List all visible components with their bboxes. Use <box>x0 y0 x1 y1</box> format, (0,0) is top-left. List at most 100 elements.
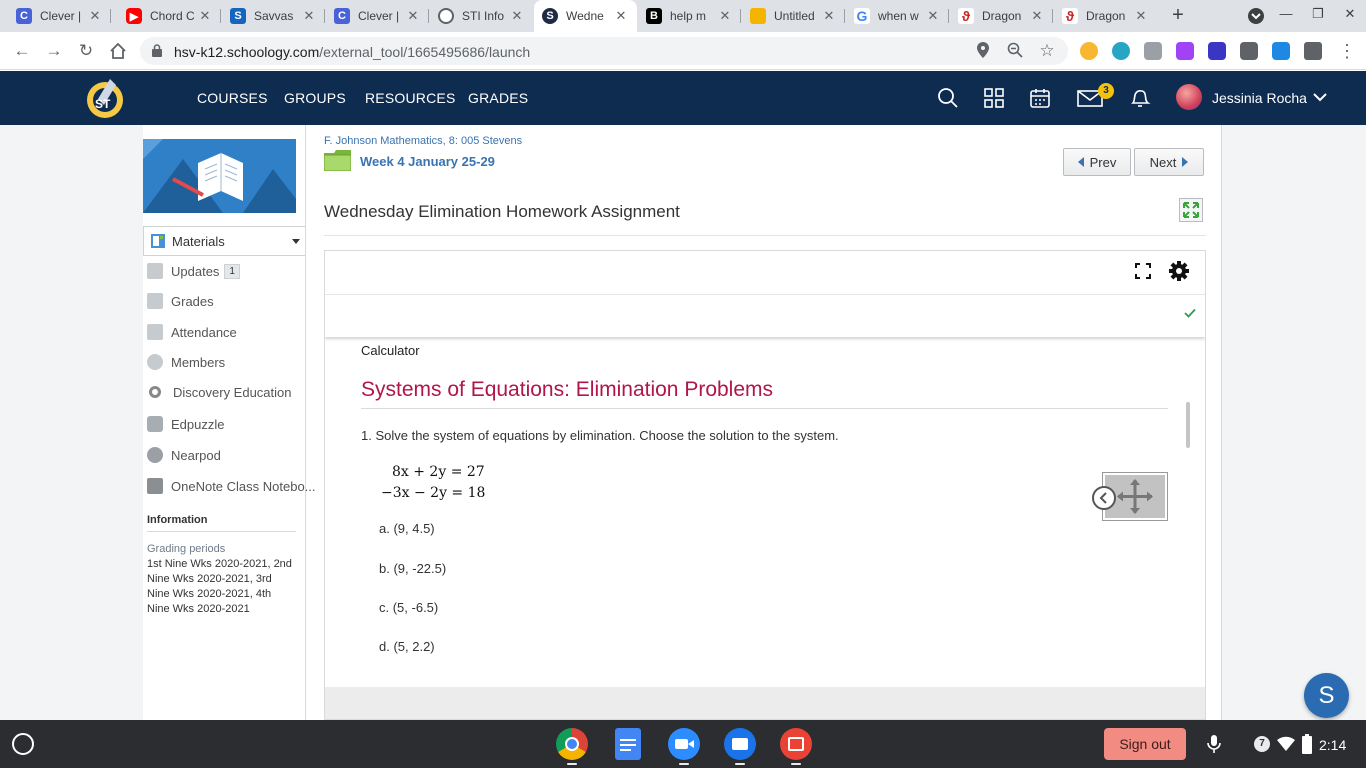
breadcrumb[interactable]: F. Johnson Mathematics, 8: 005 Stevens <box>324 135 522 147</box>
sidebar-item-onenote[interactable]: OneNote Class Notebo... <box>147 476 316 496</box>
extensions-puzzle-icon[interactable] <box>1304 42 1322 60</box>
sidebar-item-edpuzzle[interactable]: Edpuzzle <box>147 414 224 434</box>
sidebar-item-grades[interactable]: Grades <box>147 291 214 311</box>
chrome-icon[interactable] <box>556 728 588 760</box>
tab-wednesday-active[interactable]: S Wedne ✕ <box>534 0 637 32</box>
folder-title[interactable]: Week 4 January 25-29 <box>360 154 495 169</box>
caret-down-icon[interactable] <box>292 239 300 244</box>
sidebar-item-nearpod[interactable]: Nearpod <box>147 445 221 465</box>
tab-clever-1[interactable]: C Clever | ✕ <box>8 0 111 32</box>
fullscreen-button[interactable] <box>1179 198 1203 222</box>
close-tab-icon[interactable]: ✕ <box>613 8 629 24</box>
extension-person-icon[interactable] <box>1272 42 1290 60</box>
notification-count[interactable]: 7 <box>1254 736 1270 752</box>
calculator-label[interactable]: Calculator <box>361 343 420 358</box>
close-tab-icon[interactable]: ✕ <box>197 8 213 24</box>
tab-dragon-2[interactable]: ϑ Dragon ✕ <box>1054 0 1157 32</box>
close-tab-icon[interactable]: ✕ <box>1029 8 1045 24</box>
nav-courses[interactable]: COURSES <box>197 90 268 106</box>
nav-grades[interactable]: GRADES <box>468 90 528 106</box>
user-name[interactable]: Jessinia Rocha <box>1212 90 1307 106</box>
answer-choice-a[interactable]: a. (9, 4.5) <box>379 521 435 536</box>
extension-puzzle-gray-icon[interactable] <box>1144 42 1162 60</box>
search-icon[interactable] <box>937 87 959 109</box>
address-bar[interactable]: hsv-k12.schoology.com/external_tool/1665… <box>140 37 1068 65</box>
tab-sti-info[interactable]: STI Info ✕ <box>430 0 533 32</box>
tab-search-icon[interactable] <box>1246 7 1266 28</box>
back-icon[interactable]: ← <box>10 39 34 63</box>
tab-clever-2[interactable]: C Clever | ✕ <box>326 0 429 32</box>
sign-out-button[interactable]: Sign out <box>1104 728 1186 760</box>
close-tab-icon[interactable]: ✕ <box>925 8 941 24</box>
sidebar-item-attendance[interactable]: Attendance <box>147 322 237 342</box>
answer-choice-c[interactable]: c. (5, -6.5) <box>379 600 438 615</box>
avatar[interactable] <box>1176 84 1202 110</box>
close-window-icon[interactable]: ✕ <box>1340 6 1360 22</box>
bookmark-star-icon[interactable]: ☆ <box>1038 42 1056 60</box>
information-heading: Information <box>147 514 208 526</box>
zoom-icon[interactable] <box>668 728 700 760</box>
new-tab-button[interactable]: + <box>1166 4 1190 28</box>
close-tab-icon[interactable]: ✕ <box>1133 8 1149 24</box>
microphone-icon[interactable] <box>1206 734 1222 754</box>
url-text: hsv-k12.schoology.com/external_tool/1665… <box>174 44 531 60</box>
nav-groups[interactable]: GROUPS <box>284 90 346 106</box>
tab-untitled[interactable]: Untitled ✕ <box>742 0 845 32</box>
materials-menu[interactable]: Materials <box>143 226 305 256</box>
location-icon[interactable] <box>974 42 992 60</box>
browser-menu-icon[interactable]: ⋮ <box>1335 39 1359 63</box>
fullscreen-icon[interactable] <box>1135 263 1151 279</box>
sidebar-item-updates[interactable]: Updates 1 <box>147 261 240 281</box>
divider <box>147 531 296 532</box>
slides-icon <box>750 8 766 24</box>
answer-choice-d[interactable]: d. (5, 2.2) <box>379 639 435 654</box>
scrollbar[interactable] <box>1186 402 1190 448</box>
extension-c-icon[interactable] <box>1208 42 1226 60</box>
close-tab-icon[interactable]: ✕ <box>87 8 103 24</box>
prev-button[interactable]: Prev <box>1063 148 1131 176</box>
extension-coin-icon[interactable] <box>1080 42 1098 60</box>
home-icon[interactable] <box>106 39 130 63</box>
chat-fab-button[interactable]: S <box>1304 673 1349 718</box>
extension-music-icon[interactable] <box>1176 42 1194 60</box>
launcher-icon[interactable] <box>12 733 34 755</box>
tab-savvas[interactable]: S Savvas ✕ <box>222 0 325 32</box>
forward-icon[interactable]: → <box>42 39 66 63</box>
sidebar-item-members[interactable]: Members <box>147 352 225 372</box>
docs-icon[interactable] <box>615 728 641 760</box>
extension-compass-icon[interactable] <box>1112 42 1130 60</box>
close-tab-icon[interactable]: ✕ <box>301 8 317 24</box>
chevron-down-icon[interactable] <box>1312 89 1328 105</box>
restore-icon[interactable]: ❐ <box>1308 6 1328 22</box>
minimize-icon[interactable]: — <box>1276 6 1296 21</box>
close-tab-icon[interactable]: ✕ <box>821 8 837 24</box>
tab-dragon-1[interactable]: ϑ Dragon ✕ <box>950 0 1053 32</box>
calendar-icon[interactable] <box>1029 87 1051 109</box>
tab-strip: C Clever | ✕ ▶ Chord C ✕ S Savvas ✕ C Cl… <box>0 0 1366 32</box>
extension-r-icon[interactable] <box>1240 42 1258 60</box>
sidebar-item-discovery-education[interactable]: Discovery Education <box>147 382 292 402</box>
gear-icon[interactable] <box>1168 260 1190 282</box>
files-icon[interactable] <box>724 728 756 760</box>
zoom-out-icon[interactable] <box>1006 42 1024 60</box>
notifications-bell-icon[interactable] <box>1129 87 1151 109</box>
nav-resources[interactable]: RESOURCES <box>365 90 455 106</box>
grading-period-line: Nine Wks 2020-2021, 4th <box>147 588 272 600</box>
next-button[interactable]: Next <box>1134 148 1204 176</box>
clock[interactable]: 2:14 <box>1319 737 1346 753</box>
wifi-icon[interactable] <box>1277 736 1295 752</box>
tab-when[interactable]: G when w ✕ <box>846 0 949 32</box>
battery-icon[interactable] <box>1302 734 1312 754</box>
savvas-icon: S <box>230 8 246 24</box>
collapse-button[interactable] <box>1092 486 1116 510</box>
gallery-icon[interactable] <box>780 728 812 760</box>
close-tab-icon[interactable]: ✕ <box>717 8 733 24</box>
answer-choice-b[interactable]: b. (9, -22.5) <box>379 561 446 576</box>
reload-icon[interactable]: ↻ <box>74 39 98 63</box>
close-tab-icon[interactable]: ✕ <box>405 8 421 24</box>
close-tab-icon[interactable]: ✕ <box>509 8 525 24</box>
apps-grid-icon[interactable] <box>983 87 1005 109</box>
tab-chord[interactable]: ▶ Chord C ✕ <box>118 0 221 32</box>
school-logo-icon[interactable]: ST <box>82 75 128 121</box>
tab-help[interactable]: B help m ✕ <box>638 0 741 32</box>
